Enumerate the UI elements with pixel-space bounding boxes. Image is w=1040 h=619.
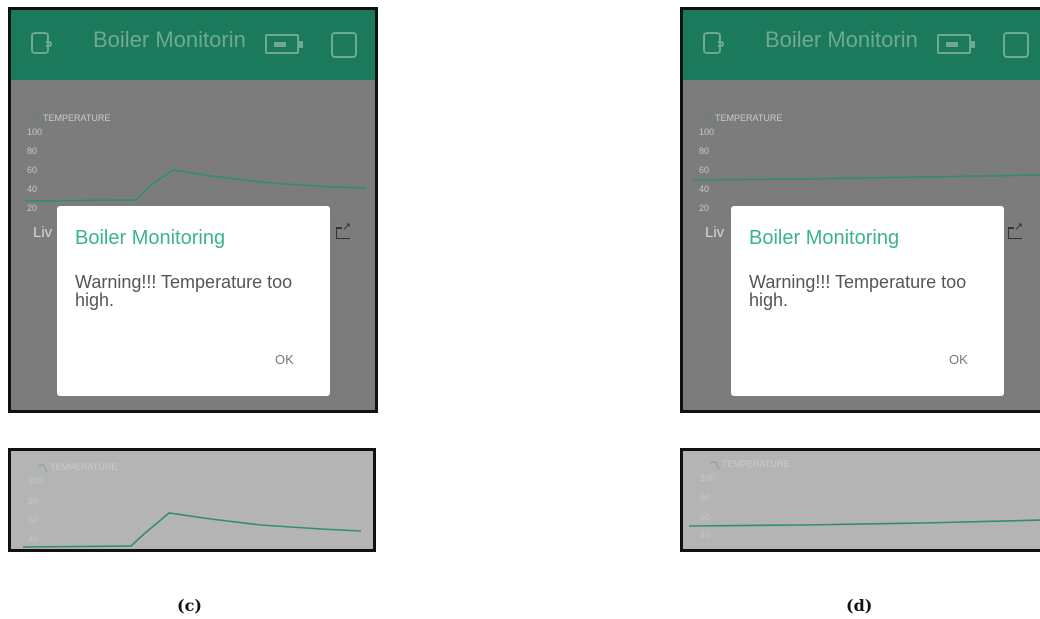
alert-dialog: Boiler Monitoring Warning!!! Temperature… — [57, 206, 330, 396]
temperature-line — [22, 512, 362, 548]
phone-screen-c: Boiler Monitorin 〽 TEMPERATURE 100 80 60… — [8, 7, 378, 413]
dialog-message: Warning!!! Temperature too high. — [75, 272, 293, 310]
graph-strip-c: 〽 TEMPERATURE 100 80 60 40 — [8, 448, 376, 552]
ok-button[interactable]: OK — [949, 352, 968, 367]
temperature-line — [24, 169, 367, 202]
dialog-title: Boiler Monitoring — [749, 227, 900, 249]
share-icon[interactable] — [1008, 220, 1023, 239]
alert-dialog: Boiler Monitoring Warning!!! Temperature… — [731, 206, 1004, 396]
caption: (d) — [846, 596, 873, 615]
temperature-line — [688, 519, 1040, 527]
dialog-title: Boiler Monitoring — [75, 227, 226, 249]
temperature-line — [692, 174, 1040, 181]
ok-button[interactable]: OK — [275, 352, 294, 367]
temperature-graph — [22, 512, 362, 548]
live-label[interactable]: Liv — [33, 224, 52, 241]
caption: (c) — [177, 596, 202, 615]
phone-screen-d: Boiler Monitorin 〽 TEMPERATURE 100 80 60… — [680, 7, 1040, 413]
dialog-message: Warning!!! Temperature too high. — [749, 272, 967, 310]
share-icon[interactable] — [336, 220, 351, 239]
graph-strip-d: 〽 TEMPERATURE 100 80 60 40 — [680, 448, 1040, 552]
live-label[interactable]: Liv — [705, 224, 724, 241]
temperature-graph — [688, 519, 1040, 527]
